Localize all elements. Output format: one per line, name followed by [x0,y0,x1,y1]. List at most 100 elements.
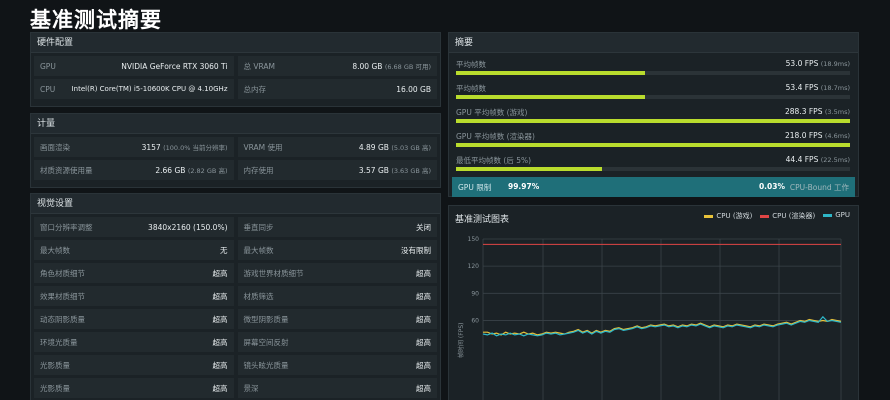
metrics-value: 3157 (100.0% 当前分辨率) [141,143,228,152]
summary-row: GPU 平均帧数 (游戏) 288.3 FPS (3.5ms) [449,103,858,127]
metrics-label: 画面渲染 [40,142,70,152]
legend-item-cpu-game: CPU (游戏) [704,211,752,221]
metrics-label: 材质资源使用量 [40,165,93,175]
visual-setting-label: 屏幕空间反射 [243,337,289,347]
chart-panel-title: 基准测试图表 [455,215,510,225]
metrics-row: VRAM 使用 4.89 GB (5.03 GB 高) [237,137,437,157]
gpu-bound-label: GPU 限制 [458,183,492,192]
hardware-label: 总 VRAM [243,61,276,71]
hardware-row: CPU Intel(R) Core(TM) i5-10600K CPU @ 4.… [34,79,234,99]
summary-value: 53.4 FPS (18.7ms) [785,83,850,92]
summary-value: 44.4 FPS (22.5ms) [785,155,850,164]
hardware-row: 总 VRAM 8.00 GB (6.68 GB 可用) [237,56,437,76]
summary-list: 平均帧数 53.0 FPS (18.9ms) 平均帧数 53.4 FPS (18… [449,53,858,197]
hardware-label: 总内存 [243,84,267,94]
metrics-grid: 画面渲染 3157 (100.0% 当前分辨率) VRAM 使用 4.89 GB… [31,134,440,183]
metrics-value: 2.66 GB (2.82 GB 高) [155,166,228,175]
metrics-value: 4.89 GB (5.03 GB 高) [358,143,431,152]
summary-bar-fill [456,119,850,123]
cpu-bound-value: 0.03% [758,182,785,191]
summary-bar-fill [456,95,646,99]
hardware-panel: 硬件配置 GPU NVIDIA GeForce RTX 3060 Ti 总 VR… [30,32,441,107]
visual-setting-label: 最大帧数 [243,245,274,255]
metrics-panel: 计量 画面渲染 3157 (100.0% 当前分辨率) VRAM 使用 4.89… [30,113,441,188]
hardware-panel-title: 硬件配置 [31,33,440,53]
visual-setting-value: 超高 [212,337,228,347]
visual-setting-row: 动态阴影质量 超高 [34,309,234,329]
summary-bar-track [456,71,850,75]
metrics-row: 材质资源使用量 2.66 GB (2.82 GB 高) [34,160,234,180]
visual-setting-value: 超高 [212,360,228,370]
summary-row: 平均帧数 53.4 FPS (18.7ms) [449,79,858,103]
visual-setting-row: 最大帧数 无 [34,240,234,260]
summary-value: 288.3 FPS (3.5ms) [785,107,850,116]
visual-setting-label: 游戏世界材质细节 [243,268,304,278]
visual-setting-label: 光影质量 [40,360,70,370]
visual-settings-title: 视觉设置 [31,194,440,214]
y-tick-label: 120 [468,263,480,270]
metrics-label: VRAM 使用 [243,142,283,152]
visual-setting-row: 窗口分辨率调整 3840x2160 (150.0%) [34,217,234,237]
bound-indicator: GPU 限制 99.97% 0.03% CPU-Bound 工作 [452,177,855,197]
summary-row: GPU 平均帧数 (渲染器) 218.0 FPS (4.6ms) [449,127,858,151]
visual-setting-row: 最大帧数 没有限制 [237,240,437,260]
summary-bar-fill [456,71,646,75]
summary-row: 平均帧数 53.0 FPS (18.9ms) [449,55,858,79]
y-tick-label: 150 [468,236,480,243]
summary-value: 53.0 FPS (18.9ms) [785,59,850,68]
chart-legend: CPU (游戏) CPU (渲染器) GPU [704,211,850,221]
benchmark-chart: 帧时间 (FPS) 150 120 90 60 [457,236,842,400]
legend-swatch [704,214,714,218]
visual-setting-row: 景深 超高 [237,378,437,398]
page-title: 基准测试摘要 [30,8,162,32]
hardware-row: 总内存 16.00 GB [237,79,437,99]
visual-setting-value: 超高 [416,360,431,370]
metrics-label: 内存使用 [243,165,274,175]
summary-bar-track [456,95,850,99]
visual-setting-label: 材质筛选 [243,291,274,301]
visual-setting-row: 屏幕空间反射 超高 [237,332,437,352]
summary-bar-fill [456,143,850,147]
hardware-value: 16.00 GB [396,84,431,94]
visual-setting-label: 环境光质量 [40,337,78,347]
legend-swatch [823,213,833,217]
summary-label: 平均帧数 [456,60,486,69]
visual-setting-label: 窗口分辨率调整 [40,222,93,232]
metrics-value: 3.57 GB (3.63 GB 高) [358,166,431,175]
visual-setting-value: 超高 [416,291,431,301]
summary-label: 最低平均帧数 (后 5%) [456,156,532,165]
visual-setting-value: 无 [220,245,228,255]
summary-bar-track [456,143,850,147]
visual-setting-label: 垂直同步 [243,222,274,232]
visual-setting-label: 效果材质细节 [40,291,85,301]
visual-setting-value: 超高 [416,314,431,324]
metrics-row: 内存使用 3.57 GB (3.63 GB 高) [237,160,437,180]
benchmark-chart-panel: 基准测试图表 CPU (游戏) CPU (渲染器) GPU 帧时间 (FPS) … [448,205,859,400]
visual-setting-row: 游戏世界材质细节 超高 [237,263,437,283]
visual-setting-row: 垂直同步 关闭 [237,217,437,237]
legend-item-cpu-render: CPU (渲染器) [760,211,815,221]
visual-setting-row: 角色材质细节 超高 [34,263,234,283]
summary-panel-title: 摘要 [449,33,858,53]
visual-setting-value: 超高 [212,314,228,324]
y-axis-label: 帧时间 (FPS) [457,323,465,358]
visual-setting-row: 材质筛选 超高 [237,286,437,306]
visual-setting-value: 没有限制 [401,245,431,255]
visual-setting-row: 效果材质细节 超高 [34,286,234,306]
summary-bar-track [456,119,850,123]
summary-label: 平均帧数 [456,84,486,93]
visual-setting-value: 超高 [212,268,228,278]
visual-setting-label: 镜头眩光质量 [243,360,289,370]
visual-setting-row: 光影质量 超高 [34,378,234,398]
visual-settings-grid: 窗口分辨率调整 3840x2160 (150.0%) 垂直同步 关闭 最大帧数 无 最… [31,214,440,400]
visual-setting-label: 光影质量 [40,383,70,393]
visual-setting-label: 景深 [243,383,259,393]
hardware-value: NVIDIA GeForce RTX 3060 Ti [121,61,228,71]
visual-setting-value: 超高 [416,268,431,278]
visual-setting-value: 超高 [416,383,431,393]
summary-label: GPU 平均帧数 (渲染器) [456,132,535,141]
visual-setting-row: 光影质量 超高 [34,355,234,375]
summary-label: GPU 平均帧数 (游戏) [456,108,528,117]
hardware-grid: GPU NVIDIA GeForce RTX 3060 Ti 总 VRAM 8.… [31,53,440,102]
hardware-row: GPU NVIDIA GeForce RTX 3060 Ti [34,56,234,76]
